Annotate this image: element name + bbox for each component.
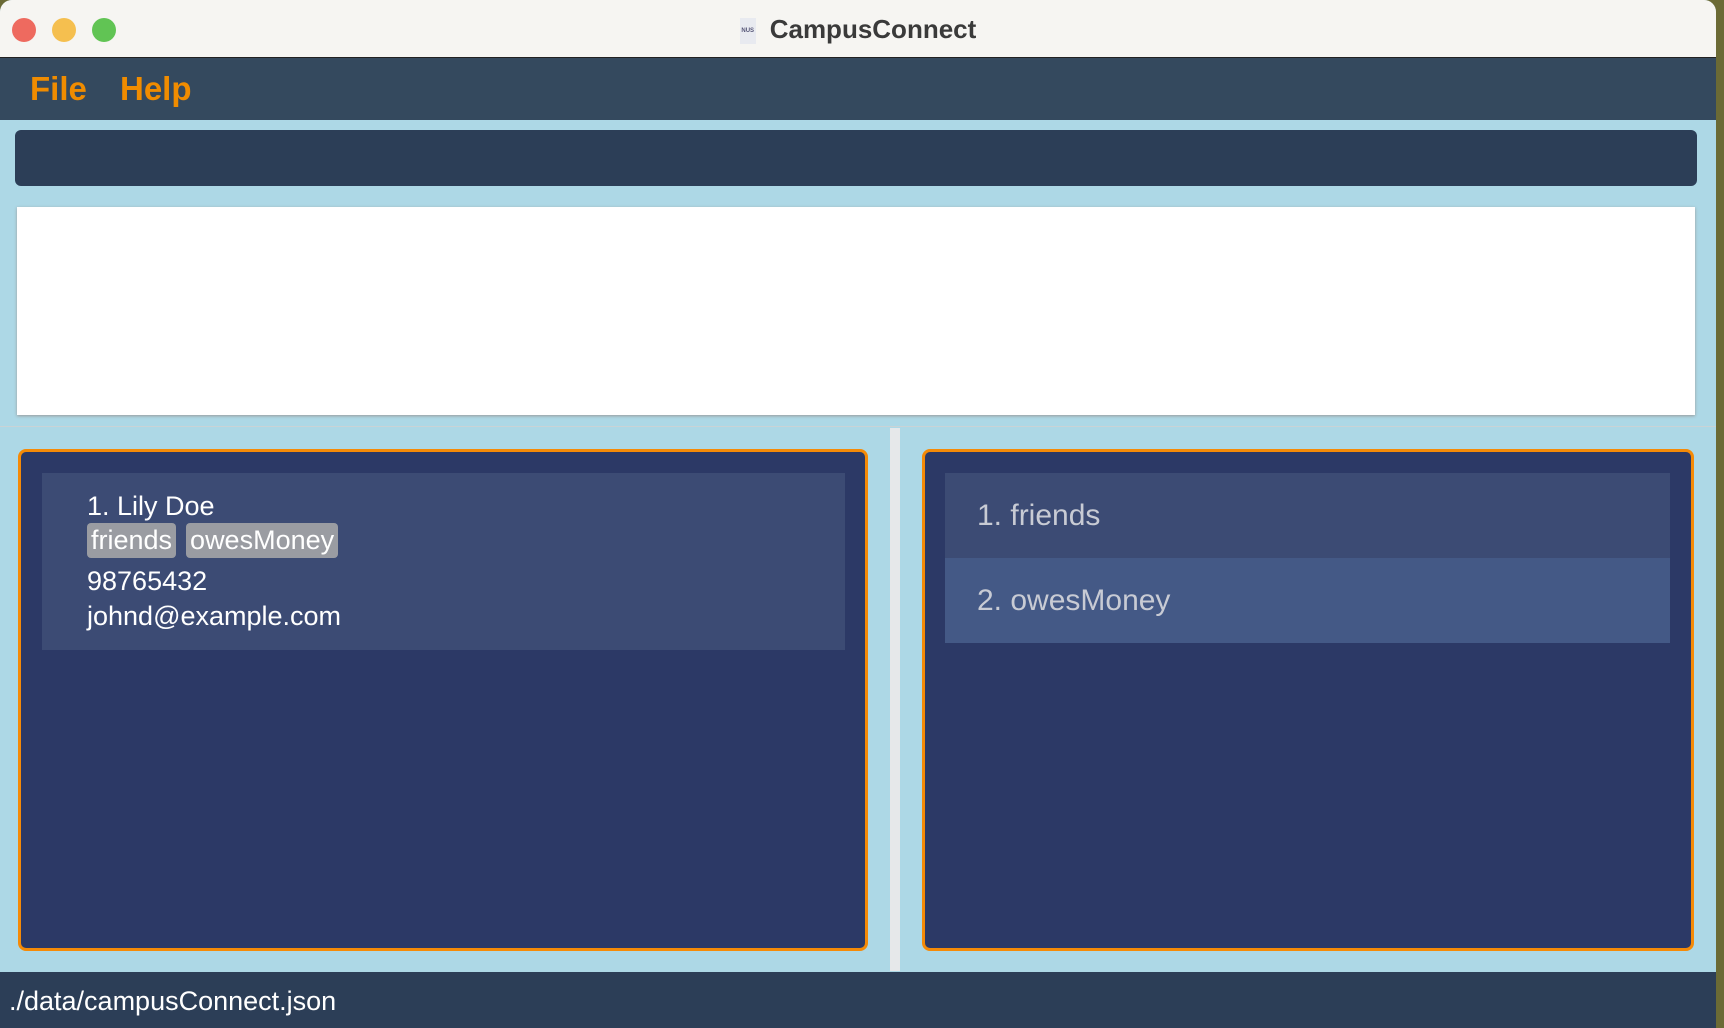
status-bar-path: ./data/campusConnect.json [0, 972, 1716, 1028]
split-pane-divider[interactable] [890, 428, 900, 971]
app-logo-icon: NUS [739, 18, 756, 45]
tag-list-panel: 1. friends 2. owesMoney [922, 449, 1694, 951]
app-window: NUS CampusConnect File Help 1. Lily Doe f… [0, 0, 1716, 1028]
menu-bar: File Help [0, 58, 1716, 120]
menu-help[interactable]: Help [120, 70, 192, 108]
divider [0, 426, 1716, 427]
menu-file[interactable]: File [30, 70, 87, 108]
tag-row: friends owesMoney [87, 523, 348, 558]
tag-list-item[interactable]: 2. owesMoney [945, 558, 1670, 643]
title-bar: NUS CampusConnect [0, 0, 1716, 58]
person-phone: 98765432 [87, 566, 208, 596]
person-card[interactable]: 1. Lily Doe friends owesMoney 98765432 jo… [42, 473, 845, 650]
command-input[interactable] [15, 130, 1697, 186]
result-display [17, 207, 1695, 415]
tag-badge: owesMoney [186, 523, 339, 558]
person-email: johnd@example.com [87, 601, 342, 631]
window-title: NUS CampusConnect [0, 14, 1716, 45]
person-name: 1. Lily Doe [87, 491, 215, 521]
window-title-text: CampusConnect [769, 14, 977, 44]
tag-badge: friends [87, 523, 177, 558]
tag-list-item[interactable]: 1. friends [945, 473, 1670, 558]
person-list-panel: 1. Lily Doe friends owesMoney 98765432 jo… [18, 449, 868, 951]
